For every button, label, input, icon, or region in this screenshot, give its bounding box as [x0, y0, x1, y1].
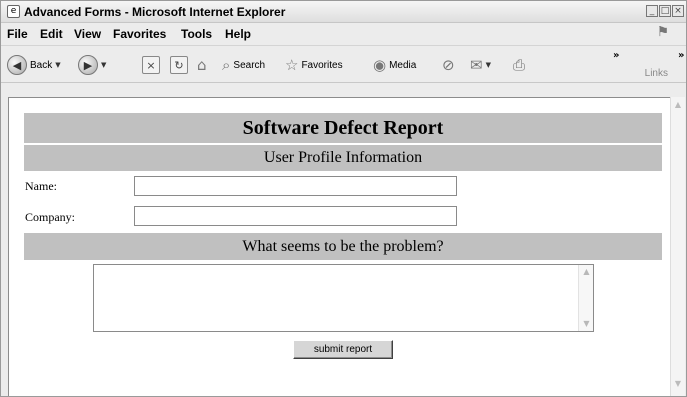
stop-button[interactable]: ×	[142, 54, 160, 76]
standard-toolbar: ◀ Back ▼ ▶ ▼ × ↻ ⌂ ⌕ Search ☆ Favorites …	[1, 45, 686, 83]
favorites-button[interactable]: ☆ Favorites	[285, 54, 343, 76]
menu-view[interactable]: View	[74, 27, 101, 41]
name-input[interactable]	[134, 176, 457, 196]
forward-arrow-icon: ▶	[78, 55, 98, 75]
minimize-icon[interactable]: _	[646, 5, 658, 17]
back-label: Back	[30, 59, 53, 71]
stop-icon: ×	[142, 56, 160, 74]
menu-edit[interactable]: Edit	[40, 27, 63, 41]
history-button[interactable]: ⊘	[442, 54, 455, 76]
scroll-up-icon[interactable]: ▲	[673, 100, 683, 110]
search-button[interactable]: ⌕ Search	[222, 54, 265, 76]
favorites-star-icon: ☆	[285, 56, 299, 74]
page-title: Software Defect Report	[24, 113, 662, 143]
home-icon: ⌂	[197, 56, 207, 74]
print-button[interactable]: ⎙	[513, 54, 525, 76]
home-button[interactable]: ⌂	[197, 54, 207, 76]
ie-page-icon: e	[7, 5, 20, 18]
mail-icon: ✉	[470, 56, 483, 74]
search-icon: ⌕	[222, 56, 231, 74]
close-icon[interactable]: ×	[672, 5, 684, 17]
back-dropdown-icon[interactable]: ▼	[55, 61, 60, 69]
company-label: Company:	[25, 210, 75, 224]
back-arrow-icon: ◀	[7, 55, 27, 75]
refresh-button[interactable]: ↻	[170, 54, 188, 76]
links-overflow-icon[interactable]: »	[678, 50, 684, 61]
mail-button[interactable]: ✉ ▼	[470, 54, 491, 76]
media-button[interactable]: ◉ Media	[373, 54, 416, 76]
favorites-label: Favorites	[301, 59, 343, 71]
profile-section-header: User Profile Information	[24, 145, 662, 171]
maximize-icon[interactable]: □	[659, 5, 671, 17]
menu-favorites[interactable]: Favorites	[113, 27, 166, 41]
toolbar-overflow-icon[interactable]: »	[613, 50, 619, 61]
menu-bar: File Edit View Favorites Tools Help	[1, 24, 686, 44]
links-label[interactable]: Links	[645, 68, 668, 79]
browser-window: e Advanced Forms - Microsoft Internet Ex…	[0, 0, 687, 397]
windows-flag-icon: ⚑	[658, 24, 669, 40]
page-content: Software Defect Report User Profile Info…	[8, 97, 671, 396]
back-button[interactable]: ◀ Back ▼	[7, 54, 61, 76]
submit-report-button[interactable]: submit report	[293, 340, 393, 359]
search-label: Search	[233, 59, 266, 71]
problem-textarea[interactable]	[93, 264, 594, 332]
menu-help[interactable]: Help	[225, 27, 251, 41]
page-scrollbar[interactable]: ▲ ▼	[670, 97, 685, 396]
window-controls: _ □ ×	[646, 5, 684, 17]
menu-tools[interactable]: Tools	[181, 27, 212, 41]
media-label: Media	[389, 59, 417, 71]
menu-file[interactable]: File	[7, 27, 28, 41]
forward-button[interactable]: ▶ ▼	[78, 54, 106, 76]
window-title: Advanced Forms - Microsoft Internet Expl…	[24, 5, 286, 19]
forward-dropdown-icon[interactable]: ▼	[101, 61, 106, 69]
refresh-icon: ↻	[170, 56, 188, 74]
media-globe-icon: ◉	[373, 56, 387, 74]
problem-section-header: What seems to be the problem?	[24, 233, 662, 260]
mail-dropdown-icon[interactable]: ▼	[486, 61, 491, 69]
title-bar: e Advanced Forms - Microsoft Internet Ex…	[1, 1, 686, 23]
company-input[interactable]	[134, 206, 457, 226]
history-icon: ⊘	[442, 56, 455, 74]
print-icon: ⎙	[513, 56, 526, 74]
name-label: Name:	[25, 179, 57, 193]
scroll-down-icon[interactable]: ▼	[673, 379, 683, 389]
